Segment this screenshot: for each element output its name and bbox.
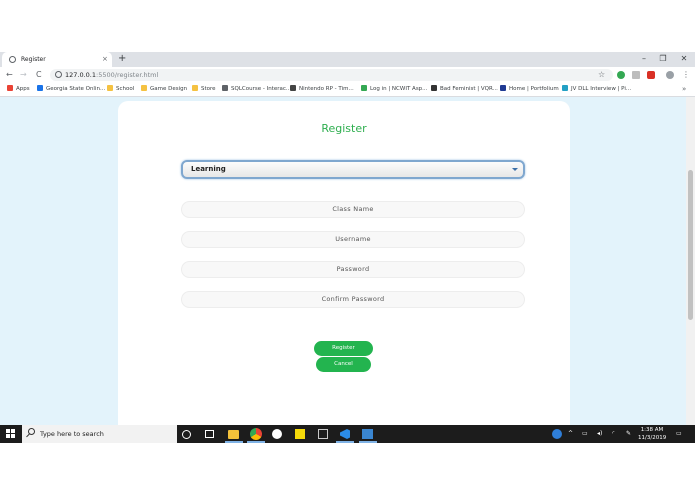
clock-time: 1:38 AM [640, 427, 664, 433]
volume-icon[interactable]: ◂) [597, 425, 602, 443]
tab-register[interactable]: Register × [2, 52, 112, 67]
taskbar-search[interactable]: Type here to search [22, 425, 177, 443]
battery-icon[interactable]: ▭ [582, 425, 588, 443]
sticky-notes-icon[interactable] [295, 429, 305, 439]
confirm-password-input[interactable]: Confirm Password [181, 291, 525, 308]
bookmark-item[interactable]: SQLCourse - Interac... [222, 83, 291, 96]
taskbar-search-placeholder: Type here to search [40, 430, 104, 438]
restore-button[interactable]: ❐ [656, 53, 670, 65]
help-tray-icon[interactable] [552, 429, 562, 439]
bookmark-folder[interactable]: Game Design [141, 83, 187, 96]
folder-icon [107, 85, 113, 91]
top-margin [0, 0, 695, 52]
clock-date: 11/3/2019 [638, 435, 667, 441]
new-tab-button[interactable]: + [118, 53, 126, 65]
scrollbar-thumb[interactable] [688, 170, 693, 320]
role-select-value: Learning [191, 165, 226, 173]
task-view-icon[interactable] [205, 430, 214, 438]
vqr-icon [431, 85, 437, 91]
reload-button[interactable]: C [36, 69, 42, 81]
bookmark-item[interactable]: JV DLL Interview | Pi... [562, 83, 631, 96]
bookmark-folder[interactable]: Store [192, 83, 216, 96]
back-button[interactable]: ← [6, 69, 13, 81]
portfolium-icon [500, 85, 506, 91]
extension-grammarly-icon[interactable] [617, 71, 625, 79]
page-title: Register [321, 122, 367, 135]
bookmark-item[interactable]: Georgia State Onlin... [37, 83, 105, 96]
close-icon[interactable]: × [102, 54, 108, 65]
vscode-icon[interactable] [340, 429, 350, 439]
bookmarks-bar: Apps Georgia State Onlin... School Game … [0, 83, 695, 97]
network-app-icon[interactable] [318, 429, 328, 439]
class-name-input[interactable]: Class Name [181, 201, 525, 218]
page-scrollbar[interactable] [686, 97, 695, 425]
url-text: 127.0.0.1:5500/register.html [65, 71, 159, 79]
globe-icon [9, 56, 16, 63]
system-clock[interactable]: 1:38 AM 11/3/2019 [638, 426, 666, 442]
minimize-button[interactable]: – [637, 53, 651, 65]
file-explorer-icon[interactable] [228, 430, 239, 439]
record-app-icon[interactable] [272, 429, 282, 439]
register-button[interactable]: Register [314, 341, 373, 356]
ncwit-icon [361, 85, 367, 91]
bookmark-item[interactable]: Log in | NCWIT Asp... [361, 83, 427, 96]
bookmarks-overflow-icon[interactable]: » [682, 83, 686, 96]
screen: Register × + – ❐ ✕ ← → C 127.0.0.1:5500/… [0, 0, 695, 494]
tab-title: Register [21, 56, 46, 63]
profile-avatar-icon[interactable] [666, 71, 674, 79]
notifications-icon[interactable]: ▭ [676, 425, 682, 443]
forward-button[interactable]: → [20, 69, 27, 81]
bookmark-item[interactable]: Bad Feminist | VQR... [431, 83, 498, 96]
pinterest-icon [562, 85, 568, 91]
info-icon[interactable] [55, 71, 62, 78]
globe-icon [222, 85, 228, 91]
windows-taskbar: Type here to search ^ ▭ ◂) ◜ ✎ 1:38 AM 1… [0, 425, 695, 443]
bottom-margin [0, 443, 695, 494]
chevron-down-icon [512, 168, 518, 171]
username-input[interactable]: Username [181, 231, 525, 248]
register-card: Register Learning Class Name Username Pa… [118, 101, 570, 425]
folder-icon [192, 85, 198, 91]
browser-toolbar: ← → C 127.0.0.1:5500/register.html ☆ ⋮ [0, 67, 695, 83]
bookmark-favicon-icon [37, 85, 43, 91]
bookmark-folder[interactable]: School [107, 83, 134, 96]
bookmark-item[interactable]: Home | Portfolium [500, 83, 559, 96]
star-icon[interactable]: ☆ [598, 69, 605, 81]
cancel-button[interactable]: Cancel [316, 357, 371, 372]
menu-kebab-icon[interactable]: ⋮ [682, 69, 690, 81]
page-content: Register Learning Class Name Username Pa… [0, 97, 686, 425]
chrome-icon[interactable] [250, 428, 262, 440]
windows-start-icon[interactable] [6, 429, 16, 439]
window-close-button[interactable]: ✕ [677, 53, 691, 65]
password-input[interactable]: Password [181, 261, 525, 278]
pen-icon[interactable]: ✎ [626, 425, 631, 443]
apps-grid-icon [7, 85, 13, 91]
wifi-icon[interactable]: ◜ [612, 425, 614, 443]
extension-doc-icon[interactable] [632, 71, 640, 79]
folder-icon [141, 85, 147, 91]
bookmark-item[interactable]: Nintendo RP - Tim... [290, 83, 354, 96]
cortana-icon[interactable] [182, 430, 191, 439]
bookmark-apps[interactable]: Apps [7, 83, 30, 96]
address-bar[interactable]: 127.0.0.1:5500/register.html ☆ [50, 69, 613, 81]
role-select[interactable]: Learning [181, 160, 525, 179]
windows-app-icon[interactable] [362, 429, 373, 439]
tab-strip: Register × + – ❐ ✕ [0, 52, 695, 67]
search-icon [28, 428, 35, 435]
nintendo-icon [290, 85, 296, 91]
chevron-up-icon[interactable]: ^ [568, 425, 573, 443]
extension-shield-icon[interactable] [647, 71, 655, 79]
